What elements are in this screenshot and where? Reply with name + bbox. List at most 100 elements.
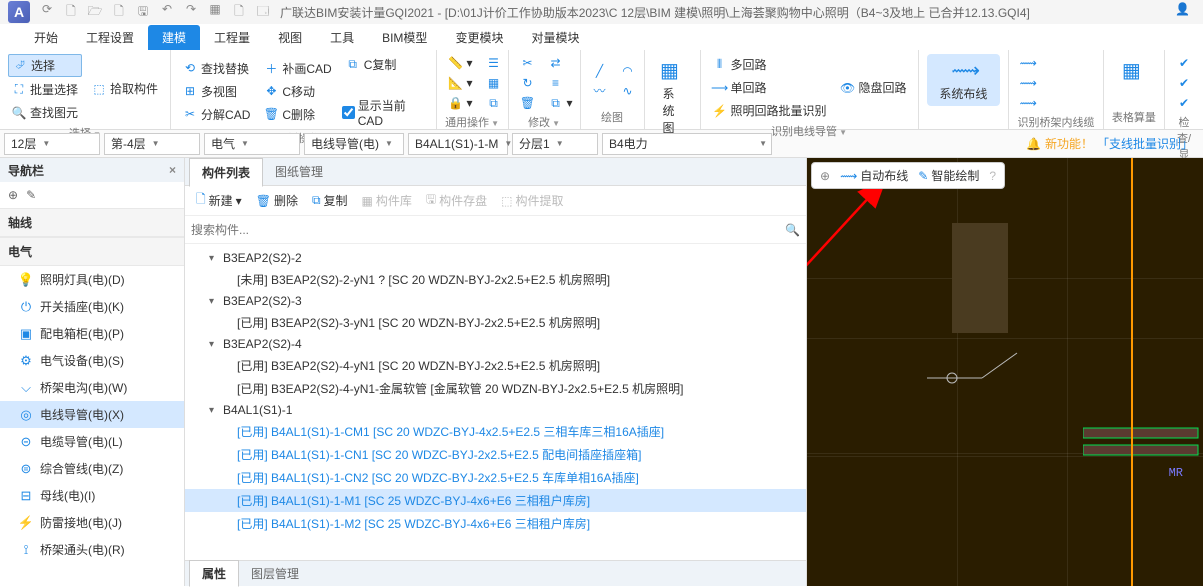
qat-icon[interactable]: 🗋 xyxy=(62,2,80,23)
tab-view[interactable]: 视图 xyxy=(264,25,316,50)
sidebar-item[interactable]: ⊜综合管线(电)(Z) xyxy=(0,455,184,482)
tab-layer-manage[interactable]: 图层管理 xyxy=(239,561,311,586)
draw-btn[interactable]: ∿ xyxy=(617,82,639,100)
expand-icon[interactable]: ⊕ xyxy=(8,188,18,202)
search-icon[interactable]: 🔍 xyxy=(785,223,800,237)
show-current-cad-checkbox[interactable]: 显示当前CAD xyxy=(342,97,428,128)
sidebar-item[interactable]: ⊟母线(电)(I) xyxy=(0,482,184,509)
tree-group[interactable]: ▾B3EAP2(S2)-3 xyxy=(185,291,806,311)
sidebar-item[interactable]: ▣配电箱柜(电)(P) xyxy=(0,320,184,347)
chevron-down-icon[interactable]: ▾ xyxy=(209,339,221,350)
tree-leaf[interactable]: [未用] B3EAP2(S2)-2-yN1 ? [SC 20 WDZN-BYJ-… xyxy=(185,268,806,291)
pick-component-button[interactable]: ⬚拾取构件 xyxy=(88,78,162,99)
tab-modeling[interactable]: 建模 xyxy=(148,25,200,50)
sidebar-item[interactable]: ⊝电缆导管(电)(L) xyxy=(0,428,184,455)
tree-leaf[interactable]: [已用] B3EAP2(S2)-4-yN1 [SC 20 WDZN-BYJ-2x… xyxy=(185,354,806,377)
bridge-btn[interactable]: ⟿ xyxy=(1017,74,1039,92)
component-tree[interactable]: ▾B3EAP2(S2)-2[未用] B3EAP2(S2)-2-yN1 ? [SC… xyxy=(185,244,806,560)
sidebar-item[interactable]: 💡照明灯具(电)(D) xyxy=(0,266,184,293)
draw-btn[interactable]: 〰 xyxy=(589,82,611,100)
modify-btn[interactable]: ≡ xyxy=(545,74,577,92)
sidebar-item[interactable]: ⏻开关插座(电)(K) xyxy=(0,293,184,320)
decompose-cad-button[interactable]: ✂分解CAD xyxy=(179,104,254,125)
tree-leaf[interactable]: [已用] B4AL1(S1)-1-M1 [SC 25 WDZC-BYJ-4x6+… xyxy=(185,489,806,512)
sidebar-item[interactable]: ⚡防雷接地(电)(J) xyxy=(0,509,184,536)
edit-icon[interactable]: ✎ xyxy=(26,188,36,202)
modify-btn[interactable]: ⇄ xyxy=(545,54,577,72)
qat-icon[interactable]: ↷ xyxy=(182,2,200,23)
panel-combo[interactable]: B4电力▼ xyxy=(602,133,772,155)
system-diagram-button[interactable]: ▦ 系统图 xyxy=(653,54,692,140)
multi-circuit-button[interactable]: ⫴多回路 xyxy=(709,54,831,75)
tree-leaf[interactable]: [已用] B3EAP2(S2)-3-yN1 [SC 20 WDZN-BYJ-2x… xyxy=(185,311,806,334)
check-btn[interactable]: ✔ xyxy=(1173,94,1195,112)
user-icon[interactable]: 👤 xyxy=(1175,2,1195,22)
find-replace-button[interactable]: ⟲查找替换 xyxy=(179,58,254,79)
compass-icon[interactable]: ⊕ xyxy=(820,169,830,183)
bridge-btn[interactable]: ⟿ xyxy=(1017,94,1039,112)
find-element-button[interactable]: 🔍查找图元 xyxy=(8,102,82,123)
help-icon[interactable]: ? xyxy=(989,169,996,183)
tab-properties[interactable]: 属性 xyxy=(189,560,239,587)
tree-leaf[interactable]: [已用] B4AL1(S1)-1-CN1 [SC 20 WDZC-BYJ-2x2… xyxy=(185,443,806,466)
check-btn[interactable]: ✔ xyxy=(1173,54,1195,72)
select-button[interactable]: ⮰选择 xyxy=(8,54,82,77)
tab-component-list[interactable]: 构件列表 xyxy=(189,158,263,187)
discipline-combo[interactable]: 电气▼ xyxy=(204,133,300,155)
chevron-down-icon[interactable]: ▾ xyxy=(209,253,221,264)
copy-button[interactable]: ⧉复制 xyxy=(307,190,353,211)
tree-group[interactable]: ▾B3EAP2(S2)-4 xyxy=(185,334,806,354)
c-delete-button[interactable]: 🗑C删除 xyxy=(260,104,335,125)
table-calc-button[interactable]: ▦ xyxy=(1112,54,1156,86)
modify-btn[interactable]: ↻ xyxy=(517,74,539,92)
qat-icon[interactable]: 🗋 xyxy=(110,2,128,23)
sidebar-item[interactable]: ⟟桥架通头(电)(R) xyxy=(0,536,184,563)
qat-icon[interactable]: 🗔 xyxy=(254,2,272,23)
draw-btn[interactable]: ╱ xyxy=(589,62,611,80)
sidebar-item[interactable]: ⚙电气设备(电)(S) xyxy=(0,347,184,374)
draw-btn[interactable]: ◠ xyxy=(617,62,639,80)
tree-leaf[interactable]: [已用] B4AL1(S1)-1-M2 [SC 25 WDZC-BYJ-4x6+… xyxy=(185,512,806,535)
tab-drawing-manage[interactable]: 图纸管理 xyxy=(263,158,335,185)
multi-view-button[interactable]: ⊞多视图 xyxy=(179,81,254,102)
tab-bim-model[interactable]: BIM模型 xyxy=(368,25,441,50)
tab-tools[interactable]: 工具 xyxy=(316,25,368,50)
conduit-combo[interactable]: 电线导管(电)▼ xyxy=(304,133,404,155)
qat-icon[interactable]: 🗋 xyxy=(230,2,248,23)
new-feature-link[interactable]: 「支线批量识别」 xyxy=(1097,135,1193,152)
qat-icon[interactable]: 🗁 xyxy=(86,2,104,23)
tree-leaf[interactable]: [已用] B3EAP2(S2)-4-yN1-金属软管 [金属软管 20 WDZN… xyxy=(185,377,806,400)
batch-select-button[interactable]: ⛶批量选择 xyxy=(8,79,82,100)
sidebar-item[interactable]: ◎电线导管(电)(X) xyxy=(0,401,184,428)
nav-section-axis[interactable]: 轴线 xyxy=(0,208,184,237)
check-btn[interactable]: ✔ xyxy=(1173,74,1195,92)
c-move-button[interactable]: ✥C移动 xyxy=(260,81,335,102)
tab-quantity[interactable]: 工程量 xyxy=(200,25,264,50)
layer-combo[interactable]: 分层1▼ xyxy=(512,133,598,155)
tab-project-settings[interactable]: 工程设置 xyxy=(72,25,148,50)
chevron-down-icon[interactable]: ▾ xyxy=(209,296,221,307)
c-copy-button[interactable]: ⧉C复制 xyxy=(342,54,428,75)
tree-group[interactable]: ▾B3EAP2(S2)-2 xyxy=(185,248,806,268)
tree-leaf[interactable]: [已用] B4AL1(S1)-1-CM1 [SC 20 WDZC-BYJ-4x2… xyxy=(185,420,806,443)
chevron-down-icon[interactable]: ▾ xyxy=(209,405,221,416)
tree-group[interactable]: ▾B4AL1(S1)-1 xyxy=(185,400,806,420)
common-btn[interactable]: 🔒▾ xyxy=(445,94,477,112)
modify-btn[interactable]: ✂ xyxy=(517,54,539,72)
drawing-canvas[interactable]: ⊕ ⟿自动布线 ✎智能绘制 ? MR xyxy=(807,158,1203,586)
qat-icon[interactable]: ▦ xyxy=(206,2,224,23)
tab-start[interactable]: 开始 xyxy=(20,25,72,50)
sidebar-item[interactable]: ⌵桥架电沟(电)(W) xyxy=(0,374,184,401)
common-btn[interactable]: ☰ xyxy=(483,54,505,72)
auto-layout-button[interactable]: ⟿自动布线 xyxy=(840,167,908,184)
new-button[interactable]: 🗋新建 ▾ xyxy=(191,188,247,213)
smart-draw-button[interactable]: ✎智能绘制 xyxy=(918,167,979,184)
qat-icon[interactable]: ⟳ xyxy=(38,2,56,23)
delete-button[interactable]: 🗑删除 xyxy=(251,190,303,211)
tab-change-module[interactable]: 变更模块 xyxy=(441,25,517,50)
common-btn[interactable]: 📐▾ xyxy=(445,74,477,92)
tab-compare-module[interactable]: 对量模块 xyxy=(517,25,593,50)
search-input[interactable] xyxy=(191,223,785,237)
common-btn[interactable]: ▦ xyxy=(483,74,505,92)
close-icon[interactable]: × xyxy=(169,163,176,177)
